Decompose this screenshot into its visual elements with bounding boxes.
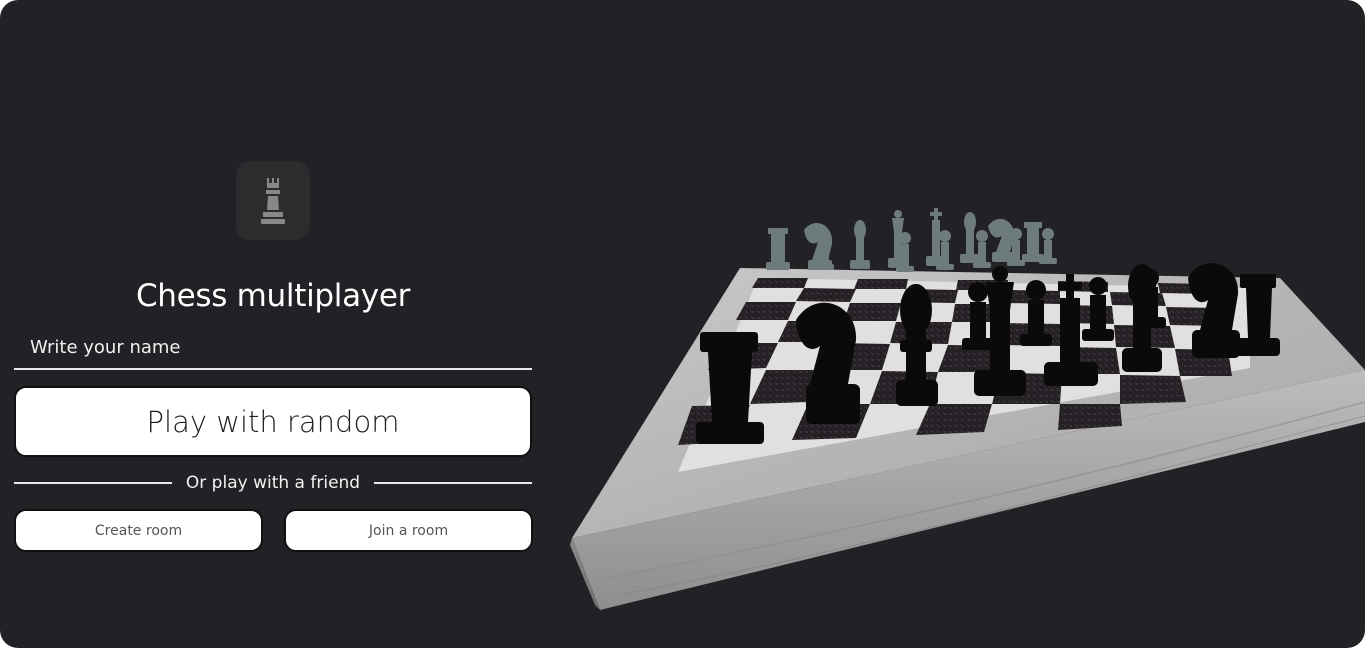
divider-text: Or play with a friend [185, 473, 361, 493]
white-bishop [850, 220, 870, 269]
divider-line-right [374, 482, 532, 484]
page-title: Chess multiplayer [135, 278, 411, 314]
join-room-button[interactable]: Join a room [284, 509, 533, 552]
friend-divider: Or play with a friend [14, 470, 532, 496]
logo [236, 161, 310, 240]
create-room-button[interactable]: Create room [14, 509, 263, 552]
divider-line-left [14, 482, 172, 484]
white-rook-2 [1022, 222, 1044, 262]
play-random-button[interactable]: Play with random [14, 386, 532, 457]
app-window: Chess multiplayer Play with random Or pl… [0, 0, 1365, 648]
chess-rook-icon [261, 177, 285, 224]
chess-board-3d[interactable] [560, 190, 1365, 620]
name-input[interactable] [14, 326, 532, 370]
white-pawn-4 [973, 230, 991, 268]
white-pawn-6 [1039, 228, 1057, 264]
white-rook [766, 228, 790, 270]
white-knight-2 [988, 218, 1015, 262]
lobby-panel: Chess multiplayer Play with random Or pl… [14, 0, 533, 648]
white-pieces [766, 208, 1057, 272]
